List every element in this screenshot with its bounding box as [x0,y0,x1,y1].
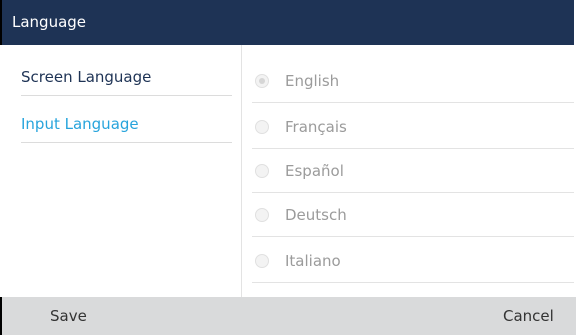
sidebar-item-label: Screen Language [21,68,152,86]
softkey-bar: Save Cancel [0,297,576,335]
language-options: English Français Español Deutsch Italian… [242,45,574,297]
page-title: Language [12,13,87,31]
save-button[interactable]: Save [50,297,87,335]
content-area: Screen Language Input Language English F… [2,45,574,297]
sidebar-item-label: Input Language [21,115,139,133]
sidebar-item-screen-language[interactable]: Screen Language [21,59,232,96]
option-label: Italiano [285,251,341,270]
option-label: Français [285,117,347,136]
sidebar-item-input-language[interactable]: Input Language [21,106,232,143]
option-italiano[interactable]: Italiano [252,239,574,283]
option-deutsch[interactable]: Deutsch [252,193,574,237]
option-english[interactable]: English [252,59,574,103]
radio-unselected-icon[interactable] [255,207,269,222]
option-francais[interactable]: Français [252,105,574,149]
sidebar: Screen Language Input Language [2,45,242,297]
radio-unselected-icon[interactable] [255,163,269,178]
option-espanol[interactable]: Español [252,149,574,193]
option-label: Español [285,161,344,180]
option-label: English [285,71,340,90]
title-bar: Language [0,0,574,45]
option-label: Deutsch [285,205,347,224]
radio-unselected-icon[interactable] [255,119,269,134]
cancel-button[interactable]: Cancel [503,297,554,335]
radio-unselected-icon[interactable] [255,253,269,268]
radio-selected-icon[interactable] [255,73,269,88]
